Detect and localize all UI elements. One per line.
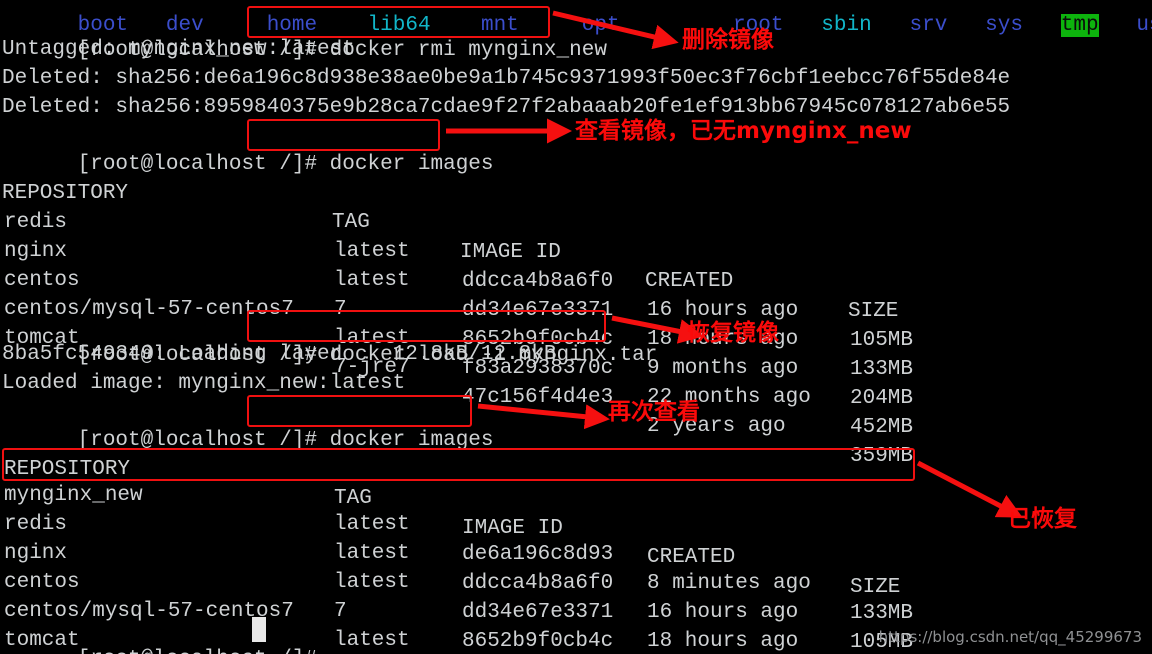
prompt-line-final: [root@localhost /]#	[2, 615, 330, 654]
output-loading-layer: 8ba5fc549349: Loading layer 12.8kB/12.8k…	[2, 343, 557, 366]
shell-prompt: [root@localhost /]#	[78, 648, 330, 654]
annotation-label-delete-image: 删除镜像	[682, 27, 774, 53]
terminal-cursor[interactable]	[252, 617, 266, 642]
output-loaded-image: Loaded image: mynginx_new:latest	[2, 372, 406, 395]
dir-entry-sbin: sbin	[821, 13, 872, 37]
terminal-output: boot dev home lib64 mnt opt root sbin sr…	[0, 0, 1152, 654]
command-docker-rmi: docker rmi mynginx_new	[329, 38, 607, 62]
annotation-label-view-again: 再次查看	[608, 399, 700, 425]
dir-entry-srv: srv	[909, 13, 948, 37]
dir-entry-tmp: tmp	[1060, 13, 1099, 37]
output-deleted-1: Deleted: sha256:de6a196c8d938e38ae0be9a1…	[2, 67, 1011, 90]
terminal-screenshot: boot dev home lib64 mnt opt root sbin sr…	[0, 0, 1152, 654]
csdn-watermark: https://blog.csdn.net/qq_45299673	[878, 628, 1142, 646]
annotation-label-restored: 已恢复	[1008, 506, 1077, 532]
annotation-label-view-images-none: 查看镜像，已无mynginx_new	[575, 118, 912, 144]
dir-entry-sys: sys	[985, 13, 1023, 37]
dir-entry-usr: usr	[1136, 13, 1152, 37]
annotation-label-restore-image: 恢复镜像	[687, 320, 779, 346]
output-untagged: Untagged: mynginx_new:latest	[2, 38, 355, 61]
